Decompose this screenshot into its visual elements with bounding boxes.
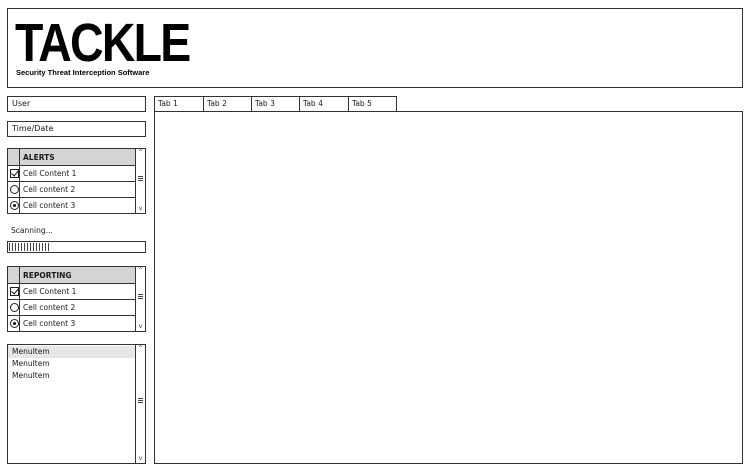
radio-selected-icon[interactable]: [10, 201, 19, 210]
alerts-title: ALERTS: [23, 153, 55, 162]
chevron-up-icon[interactable]: ^: [136, 345, 145, 353]
scan-progress-bar: [7, 241, 146, 253]
alerts-row[interactable]: Cell Content 1: [8, 166, 136, 182]
tab-content-panel: [154, 111, 743, 464]
reporting-cell: Cell content 2: [23, 303, 76, 312]
user-field[interactable]: User: [7, 96, 146, 112]
menu-list: MenuItem MenuItem MenuItem ^ v: [7, 344, 146, 464]
reporting-grid-header: REPORTING: [8, 267, 136, 284]
reporting-grid: REPORTING Cell Content 1 Cell content 2 …: [7, 266, 146, 332]
alerts-row[interactable]: Cell content 3: [8, 198, 136, 214]
scroll-thumb[interactable]: [138, 176, 143, 181]
reporting-row[interactable]: Cell content 3: [8, 316, 136, 332]
radio-empty-icon[interactable]: [10, 185, 19, 194]
tab-1[interactable]: Tab 1: [154, 96, 204, 112]
tab-4[interactable]: Tab 4: [299, 96, 349, 112]
app-logo: TACKLE: [15, 13, 191, 73]
alerts-cell: Cell content 3: [23, 201, 76, 210]
datetime-field[interactable]: Time/Date: [7, 121, 146, 137]
alerts-grid-header: ALERTS: [8, 149, 136, 166]
reporting-cell: Cell content 3: [23, 319, 76, 328]
menu-item[interactable]: MenuItem: [8, 358, 136, 370]
reporting-cell: Cell Content 1: [23, 287, 77, 296]
tab-2[interactable]: Tab 2: [203, 96, 252, 112]
reporting-row[interactable]: Cell Content 1: [8, 284, 136, 300]
alerts-scrollbar[interactable]: ^ v: [135, 149, 145, 213]
reporting-scrollbar[interactable]: ^ v: [135, 267, 145, 331]
menu-item[interactable]: MenuItem: [8, 370, 136, 382]
menu-scrollbar[interactable]: ^ v: [135, 345, 145, 463]
scanning-label: Scanning...: [11, 226, 53, 235]
chevron-up-icon[interactable]: ^: [136, 149, 145, 157]
checkbox-checked-icon[interactable]: [10, 287, 19, 296]
scroll-thumb[interactable]: [138, 398, 143, 403]
chevron-down-icon[interactable]: v: [136, 323, 145, 331]
chevron-down-icon[interactable]: v: [136, 205, 145, 213]
reporting-row[interactable]: Cell content 2: [8, 300, 136, 316]
checkbox-checked-icon[interactable]: [10, 169, 19, 178]
menu-item[interactable]: MenuItem: [8, 346, 136, 358]
radio-selected-icon[interactable]: [10, 319, 19, 328]
tab-5[interactable]: Tab 5: [348, 96, 397, 112]
tab-3[interactable]: Tab 3: [251, 96, 300, 112]
radio-empty-icon[interactable]: [10, 303, 19, 312]
chevron-down-icon[interactable]: v: [136, 455, 145, 463]
alerts-row[interactable]: Cell content 2: [8, 182, 136, 198]
app-tagline: Security Threat Interception Software: [16, 68, 150, 77]
alerts-cell: Cell Content 1: [23, 169, 77, 178]
app-header: TACKLE Security Threat Interception Soft…: [7, 8, 743, 88]
reporting-title: REPORTING: [23, 271, 72, 280]
alerts-grid: ALERTS Cell Content 1 Cell content 2 Cel…: [7, 148, 146, 214]
scan-progress-fill: [9, 243, 50, 251]
chevron-up-icon[interactable]: ^: [136, 267, 145, 275]
alerts-cell: Cell content 2: [23, 185, 76, 194]
scroll-thumb[interactable]: [138, 294, 143, 299]
